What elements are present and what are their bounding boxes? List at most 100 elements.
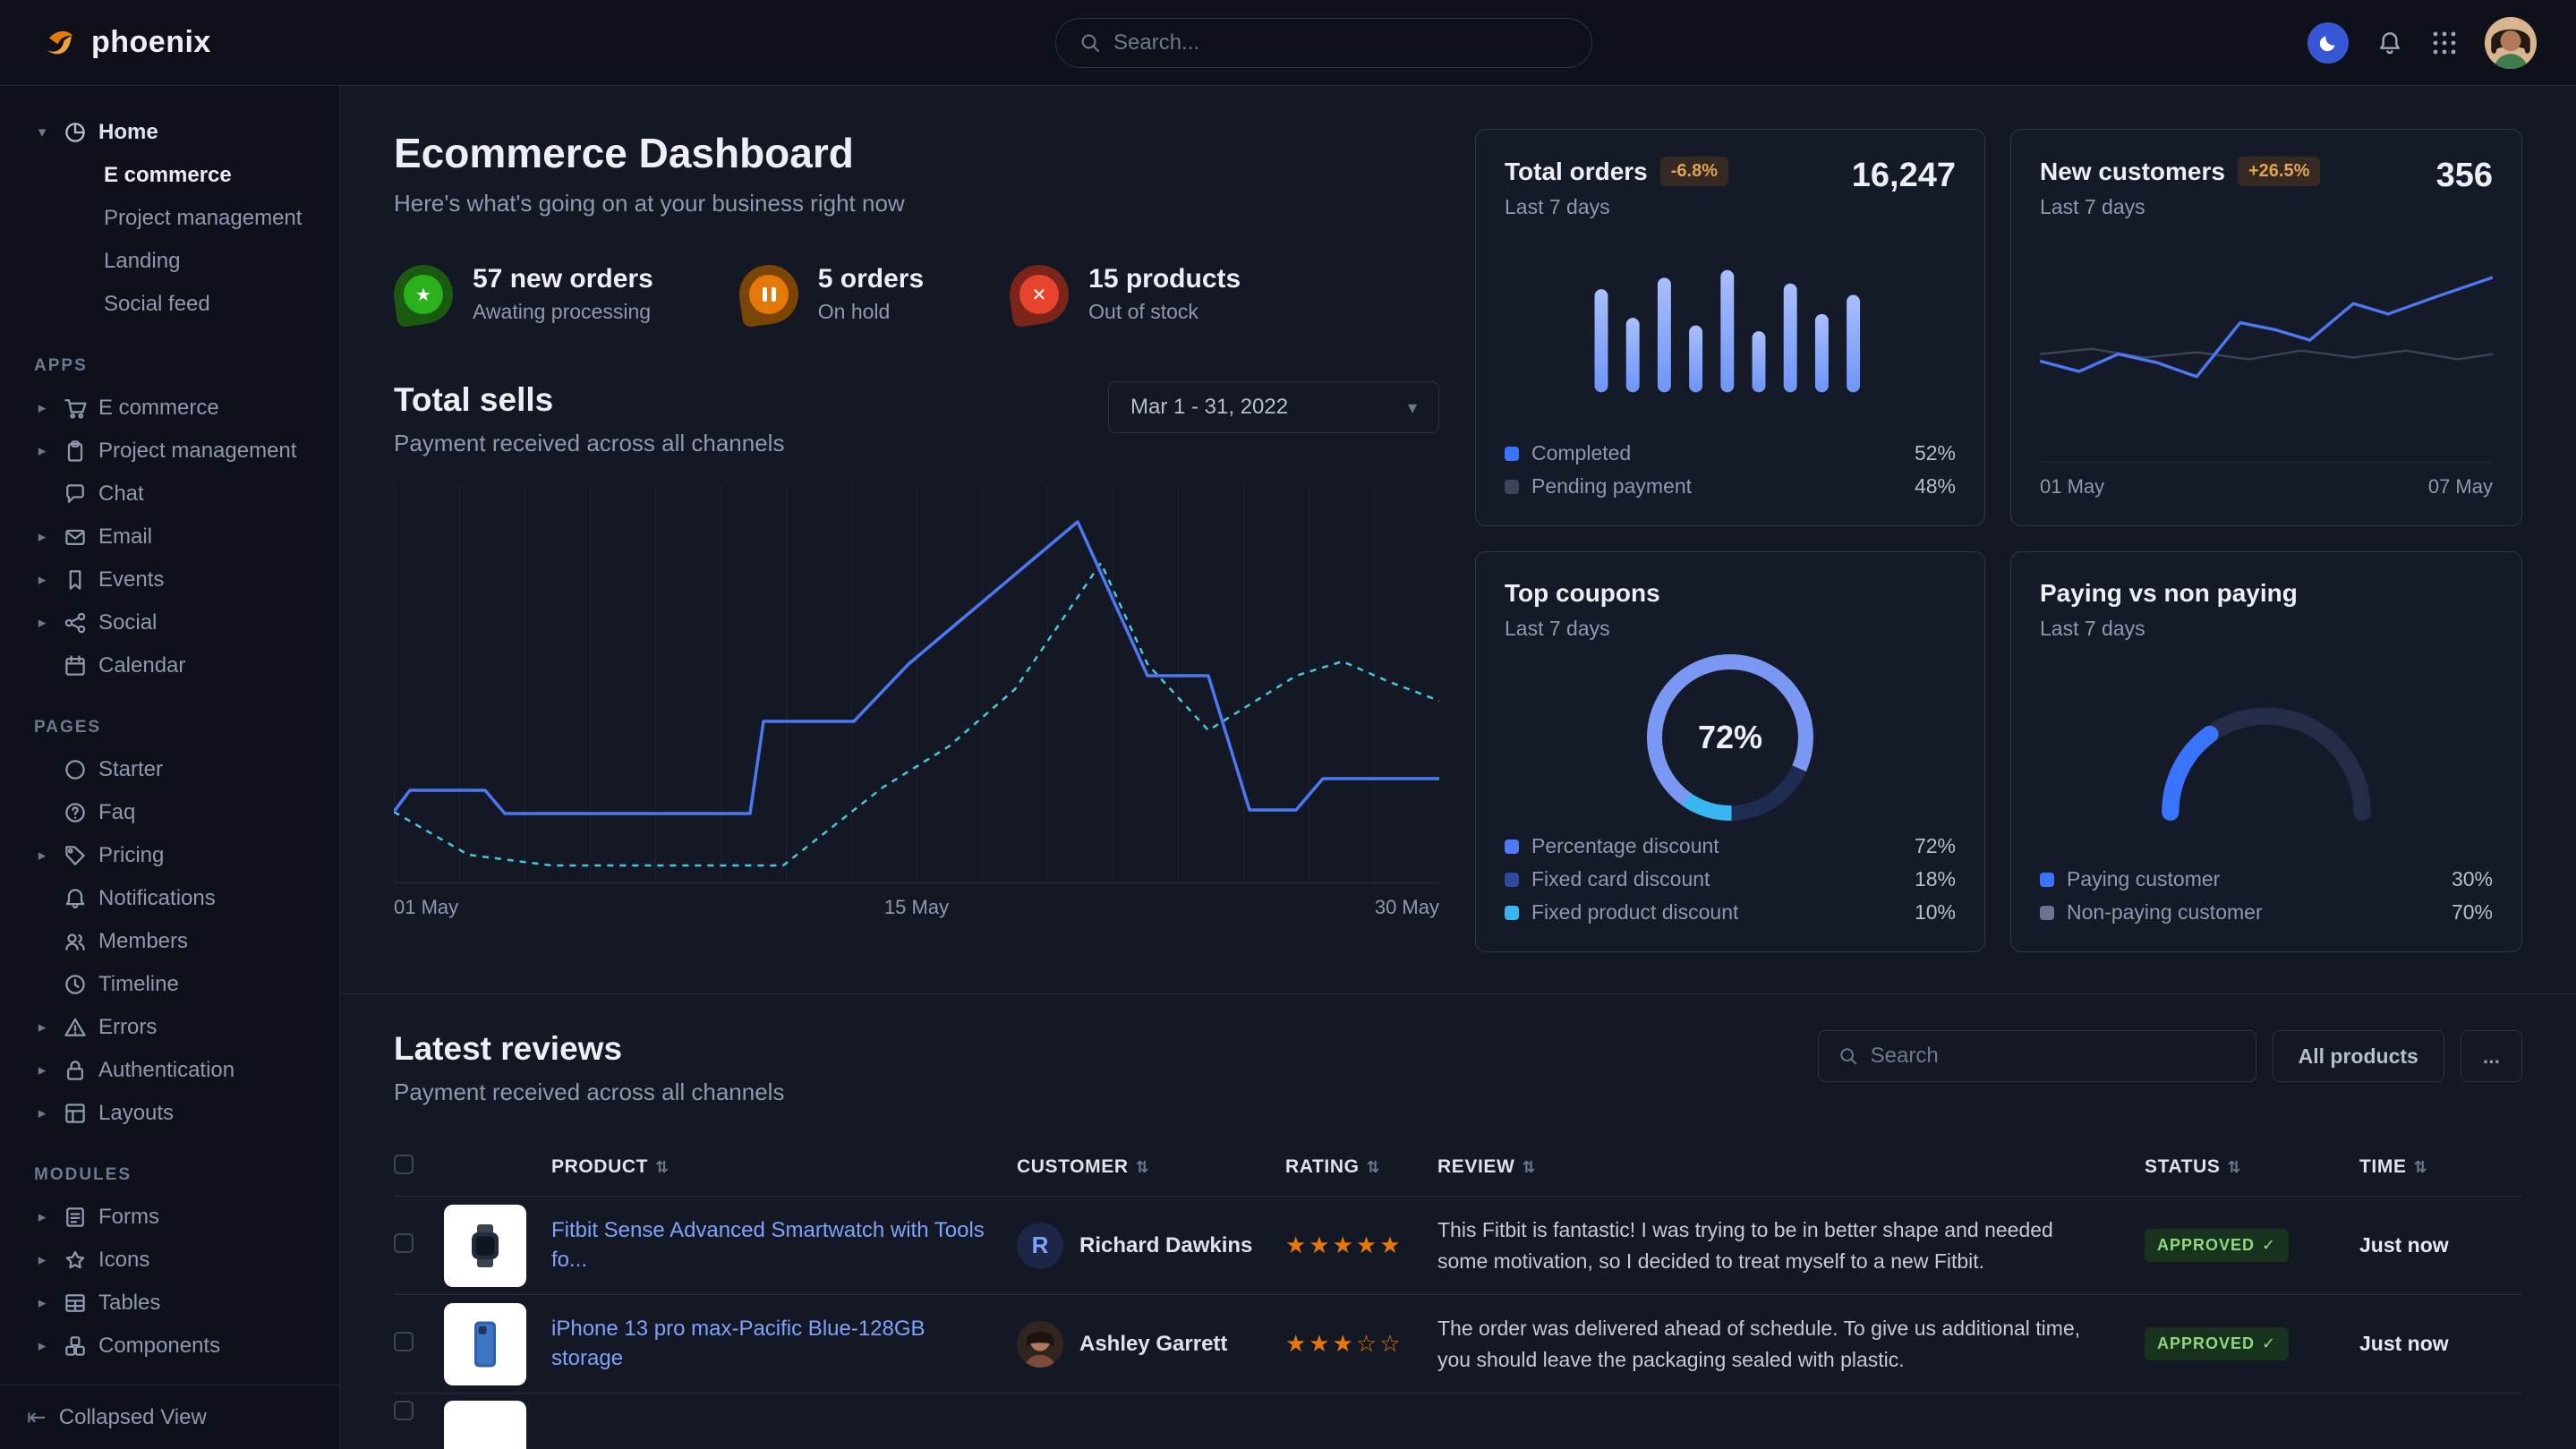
theme-toggle-moon-icon[interactable]: [2307, 22, 2349, 64]
stat-on-hold: 5 orders On hold: [739, 264, 924, 324]
sidebar-item-social[interactable]: ▸ Social: [27, 601, 318, 644]
clock-icon: [63, 972, 88, 997]
sidebar-item-label: Errors: [98, 1015, 157, 1040]
sidebar-item-label: Project management: [98, 439, 296, 464]
review-text: The order was delivered ahead of schedul…: [1437, 1313, 2145, 1375]
sidebar-item-calendar[interactable]: Calendar: [27, 644, 318, 687]
stat-subtitle: On hold: [818, 300, 924, 324]
global-search-input[interactable]: [1113, 30, 1568, 55]
sidebar-item-landing[interactable]: Landing: [104, 240, 318, 283]
column-header-customer[interactable]: CUSTOMER⇅: [1017, 1156, 1285, 1178]
sidebar-item-events[interactable]: ▸ Events: [27, 558, 318, 601]
user-avatar[interactable]: [2485, 17, 2537, 69]
sort-icon: ⇅: [1367, 1158, 1381, 1177]
app-root: phoenix: [0, 0, 2576, 1449]
sidebar-item-label: Notifications: [98, 886, 216, 911]
more-options-button[interactable]: ...: [2461, 1030, 2522, 1082]
sort-icon: ⇅: [2414, 1158, 2428, 1177]
sidebar-item-app-ecommerce[interactable]: ▸ E commerce: [27, 387, 318, 430]
reviews-search-input[interactable]: [1871, 1044, 2236, 1069]
customer-name: Ashley Garrett: [1079, 1332, 1227, 1357]
sidebar-section-modules: MODULES: [34, 1165, 318, 1185]
global-search[interactable]: [1055, 18, 1592, 68]
new-customers-card: New customers +26.5% Last 7 days 356: [2010, 129, 2522, 526]
clipboard-icon: [63, 439, 88, 464]
total-orders-card: Total orders -6.8% Last 7 days 16,247: [1475, 129, 1985, 526]
stat-title: 5 orders: [818, 264, 924, 294]
column-header-product[interactable]: PRODUCT⇅: [551, 1156, 1017, 1178]
sidebar-item-timeline[interactable]: Timeline: [27, 963, 318, 1006]
collapsed-view-toggle[interactable]: ⇤ Collapsed View: [0, 1385, 339, 1449]
review-time: Just now: [2359, 1233, 2522, 1257]
sidebar-item-authentication[interactable]: ▸ Authentication: [27, 1049, 318, 1092]
column-header-review[interactable]: REVIEW⇅: [1437, 1156, 2145, 1178]
sidebar-item-ecommerce-dashboard[interactable]: E commerce: [104, 154, 318, 197]
search-icon: [1079, 32, 1101, 54]
check-icon: ✓: [2262, 1236, 2276, 1255]
sidebar-item-pricing[interactable]: ▸ Pricing: [27, 834, 318, 877]
sidebar-item-faq[interactable]: Faq: [27, 791, 318, 834]
sidebar-item-label: Events: [98, 567, 164, 592]
sidebar-item-forms[interactable]: ▸ Forms: [27, 1196, 318, 1239]
chevron-down-icon: ▾: [1408, 396, 1417, 418]
sidebar-item-components[interactable]: ▸ Components: [27, 1325, 318, 1368]
sidebar-item-notifications[interactable]: Notifications: [27, 877, 318, 920]
date-range-select[interactable]: Mar 1 - 31, 2022 ▾: [1108, 381, 1439, 433]
sidebar-item-chat[interactable]: Chat: [27, 473, 318, 516]
users-icon: [63, 929, 88, 954]
product-link[interactable]: Fitbit Sense Advanced Smartwatch with To…: [551, 1218, 985, 1271]
sidebar-item-home[interactable]: ▾ Home: [27, 111, 318, 154]
layout-icon: [63, 1101, 88, 1126]
notifications-bell-icon[interactable]: [2376, 29, 2404, 57]
paying-gauge-chart: [2141, 687, 2392, 822]
total-sells-line-chart: [394, 484, 1439, 878]
sidebar-item-errors[interactable]: ▸ Errors: [27, 1006, 318, 1049]
sidebar-item-label: Social: [98, 610, 157, 635]
sidebar-nav: ▾ Home E commerce Project management Lan…: [0, 86, 339, 1385]
column-header-rating[interactable]: RATING⇅: [1285, 1156, 1437, 1178]
sidebar-item-members[interactable]: Members: [27, 920, 318, 963]
chevron-right-icon: ▸: [32, 399, 52, 417]
sidebar-item-label: Layouts: [98, 1101, 174, 1126]
customer-name: Richard Dawkins: [1079, 1233, 1252, 1258]
sidebar-item-label: Forms: [98, 1205, 159, 1230]
sidebar-item-social-feed[interactable]: Social feed: [104, 283, 318, 326]
change-badge: -6.8%: [1660, 157, 1728, 186]
mail-icon: [63, 524, 88, 550]
product-link[interactable]: iPhone 13 pro max-Pacific Blue-128GB sto…: [551, 1317, 925, 1369]
page-title: Ecommerce Dashboard: [394, 129, 1439, 177]
chevron-right-icon: ▸: [32, 847, 52, 865]
sidebar-item-app-project-management[interactable]: ▸ Project management: [27, 430, 318, 473]
reviews-table: PRODUCT⇅ CUSTOMER⇅ RATING⇅ REVIEW⇅ STATU…: [394, 1138, 2522, 1449]
row-checkbox[interactable]: [394, 1401, 414, 1420]
circle-icon: [63, 757, 88, 782]
all-products-button[interactable]: All products: [2273, 1030, 2444, 1082]
sidebar-item-layouts[interactable]: ▸ Layouts: [27, 1092, 318, 1135]
row-checkbox[interactable]: [394, 1332, 414, 1351]
bookmark-icon: [63, 567, 88, 592]
sidebar-item-icons[interactable]: ▸ Icons: [27, 1239, 318, 1282]
chevron-down-icon: ▾: [32, 124, 52, 141]
collapse-arrow-icon: ⇤: [27, 1404, 47, 1431]
chevron-right-icon: ▸: [32, 528, 52, 546]
select-all-checkbox[interactable]: [394, 1155, 414, 1174]
top-coupons-donut-chart: 72%: [1647, 654, 1813, 821]
sidebar-item-tables[interactable]: ▸ Tables: [27, 1282, 318, 1325]
brand[interactable]: phoenix: [39, 23, 340, 63]
share-nodes-icon: [63, 610, 88, 635]
total-orders-legend: Completed 52% Pending payment 48%: [1505, 441, 1956, 499]
row-checkbox[interactable]: [394, 1233, 414, 1253]
total-sells-header: Total sells Payment received across all …: [394, 381, 1439, 457]
card-period: Last 7 days: [2040, 195, 2320, 219]
sidebar-item-project-management-dashboard[interactable]: Project management: [104, 197, 318, 240]
sidebar-section-pages: PAGES: [34, 718, 318, 737]
main-content: Ecommerce Dashboard Here's what's going …: [340, 86, 2576, 1449]
column-header-time[interactable]: TIME⇅: [2359, 1156, 2522, 1178]
sidebar-item-label: Starter: [98, 757, 163, 782]
card-title: Total orders: [1505, 158, 1648, 186]
column-header-status[interactable]: STATUS⇅: [2145, 1156, 2359, 1178]
apps-grid-icon[interactable]: [2431, 30, 2458, 56]
sidebar-item-starter[interactable]: Starter: [27, 748, 318, 791]
reviews-search[interactable]: [1818, 1030, 2256, 1082]
sidebar-item-email[interactable]: ▸ Email: [27, 516, 318, 558]
